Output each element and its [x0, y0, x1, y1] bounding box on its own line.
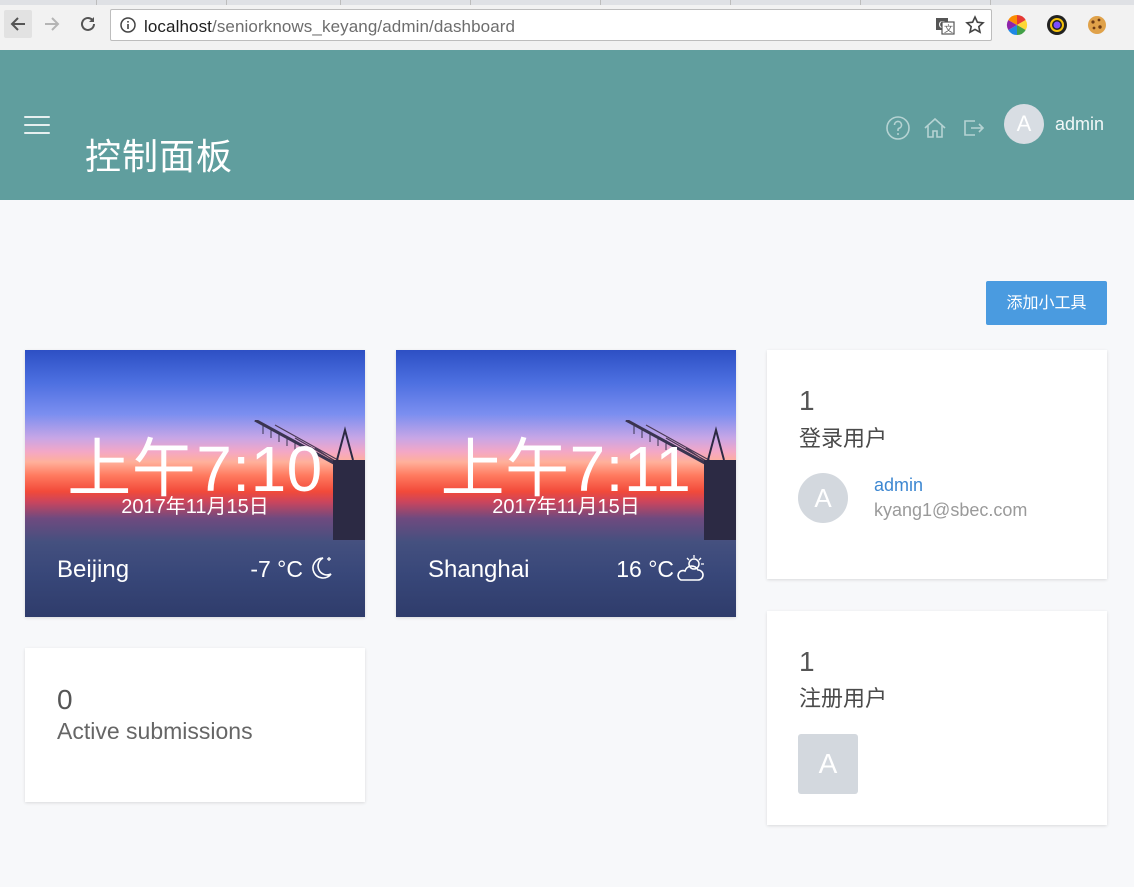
browser-toolbar: localhost/seniorknows_keyang/admin/dashb… [0, 0, 1134, 51]
partly-cloudy-sun-icon [677, 555, 704, 581]
menu-toggle-icon[interactable] [24, 116, 50, 138]
clock-date: 2017年11月15日 [492, 496, 640, 518]
active-submissions-count: 0 [57, 684, 73, 715]
forward-button[interactable] [40, 12, 64, 36]
clock-temperature: 16 °C [616, 556, 674, 582]
clock-city: Shanghai [428, 556, 530, 583]
logged-in-users-card: 1 登录用户 A admin kyang1@sbec.com [767, 350, 1107, 579]
user-name-link[interactable]: admin [874, 475, 923, 496]
logged-in-users-label: 登录用户 [799, 426, 888, 451]
tab-strip [0, 0, 1134, 5]
avatar[interactable]: A [798, 734, 858, 794]
add-widget-button[interactable]: 添加小工具 [986, 281, 1107, 325]
avatar[interactable]: A [798, 473, 848, 523]
clock-city: Beijing [57, 556, 130, 583]
logout-icon[interactable] [960, 115, 986, 141]
logged-in-users-count: 1 [799, 385, 815, 416]
back-button[interactable] [4, 10, 32, 38]
forward-arrow-icon [45, 17, 60, 31]
registered-users-card: 1 注册用户 A [767, 611, 1107, 825]
home-icon[interactable] [922, 115, 948, 141]
url-host: localhost [144, 17, 212, 36]
svg-text:文: 文 [944, 23, 953, 35]
clock-widget-shanghai: 上午7:11 2017年11月15日 Shanghai 16 °C [396, 350, 736, 617]
clock-temperature: -7 °C [250, 556, 303, 582]
color-wheel-extension-icon[interactable] [1006, 14, 1028, 36]
info-icon[interactable] [120, 17, 136, 38]
header-username[interactable]: admin [1055, 114, 1104, 135]
clock-date: 2017年11月15日 [121, 496, 269, 518]
moon-night-icon [312, 557, 332, 579]
url-text: localhost/seniorknows_keyang/admin/dashb… [144, 17, 515, 37]
registered-users-count: 1 [799, 646, 815, 677]
reload-button[interactable] [76, 12, 100, 36]
page-title: 控制面板 [85, 136, 234, 178]
user-avatar[interactable]: A [1004, 104, 1044, 144]
registered-users-label: 注册用户 [799, 686, 888, 711]
user-email: kyang1@sbec.com [874, 500, 1028, 520]
translate-icon[interactable]: G 文 [935, 16, 955, 41]
clock-widget-beijing: 上午7:10 2017年11月15日 Beijing -7 °C [25, 350, 365, 617]
active-submissions-label: Active submissions [57, 718, 253, 744]
address-bar[interactable]: localhost/seniorknows_keyang/admin/dashb… [110, 9, 992, 41]
bookmark-star-icon[interactable] [965, 15, 985, 40]
camera-lens-extension-icon[interactable] [1046, 14, 1068, 36]
active-submissions-card: 0 Active submissions [25, 648, 365, 802]
reload-icon [81, 16, 95, 31]
help-circle-icon[interactable] [885, 115, 911, 141]
url-path: /seniorknows_keyang/admin/dashboard [212, 17, 516, 36]
back-arrow-icon [10, 17, 25, 31]
cookie-extension-icon[interactable] [1086, 14, 1108, 36]
